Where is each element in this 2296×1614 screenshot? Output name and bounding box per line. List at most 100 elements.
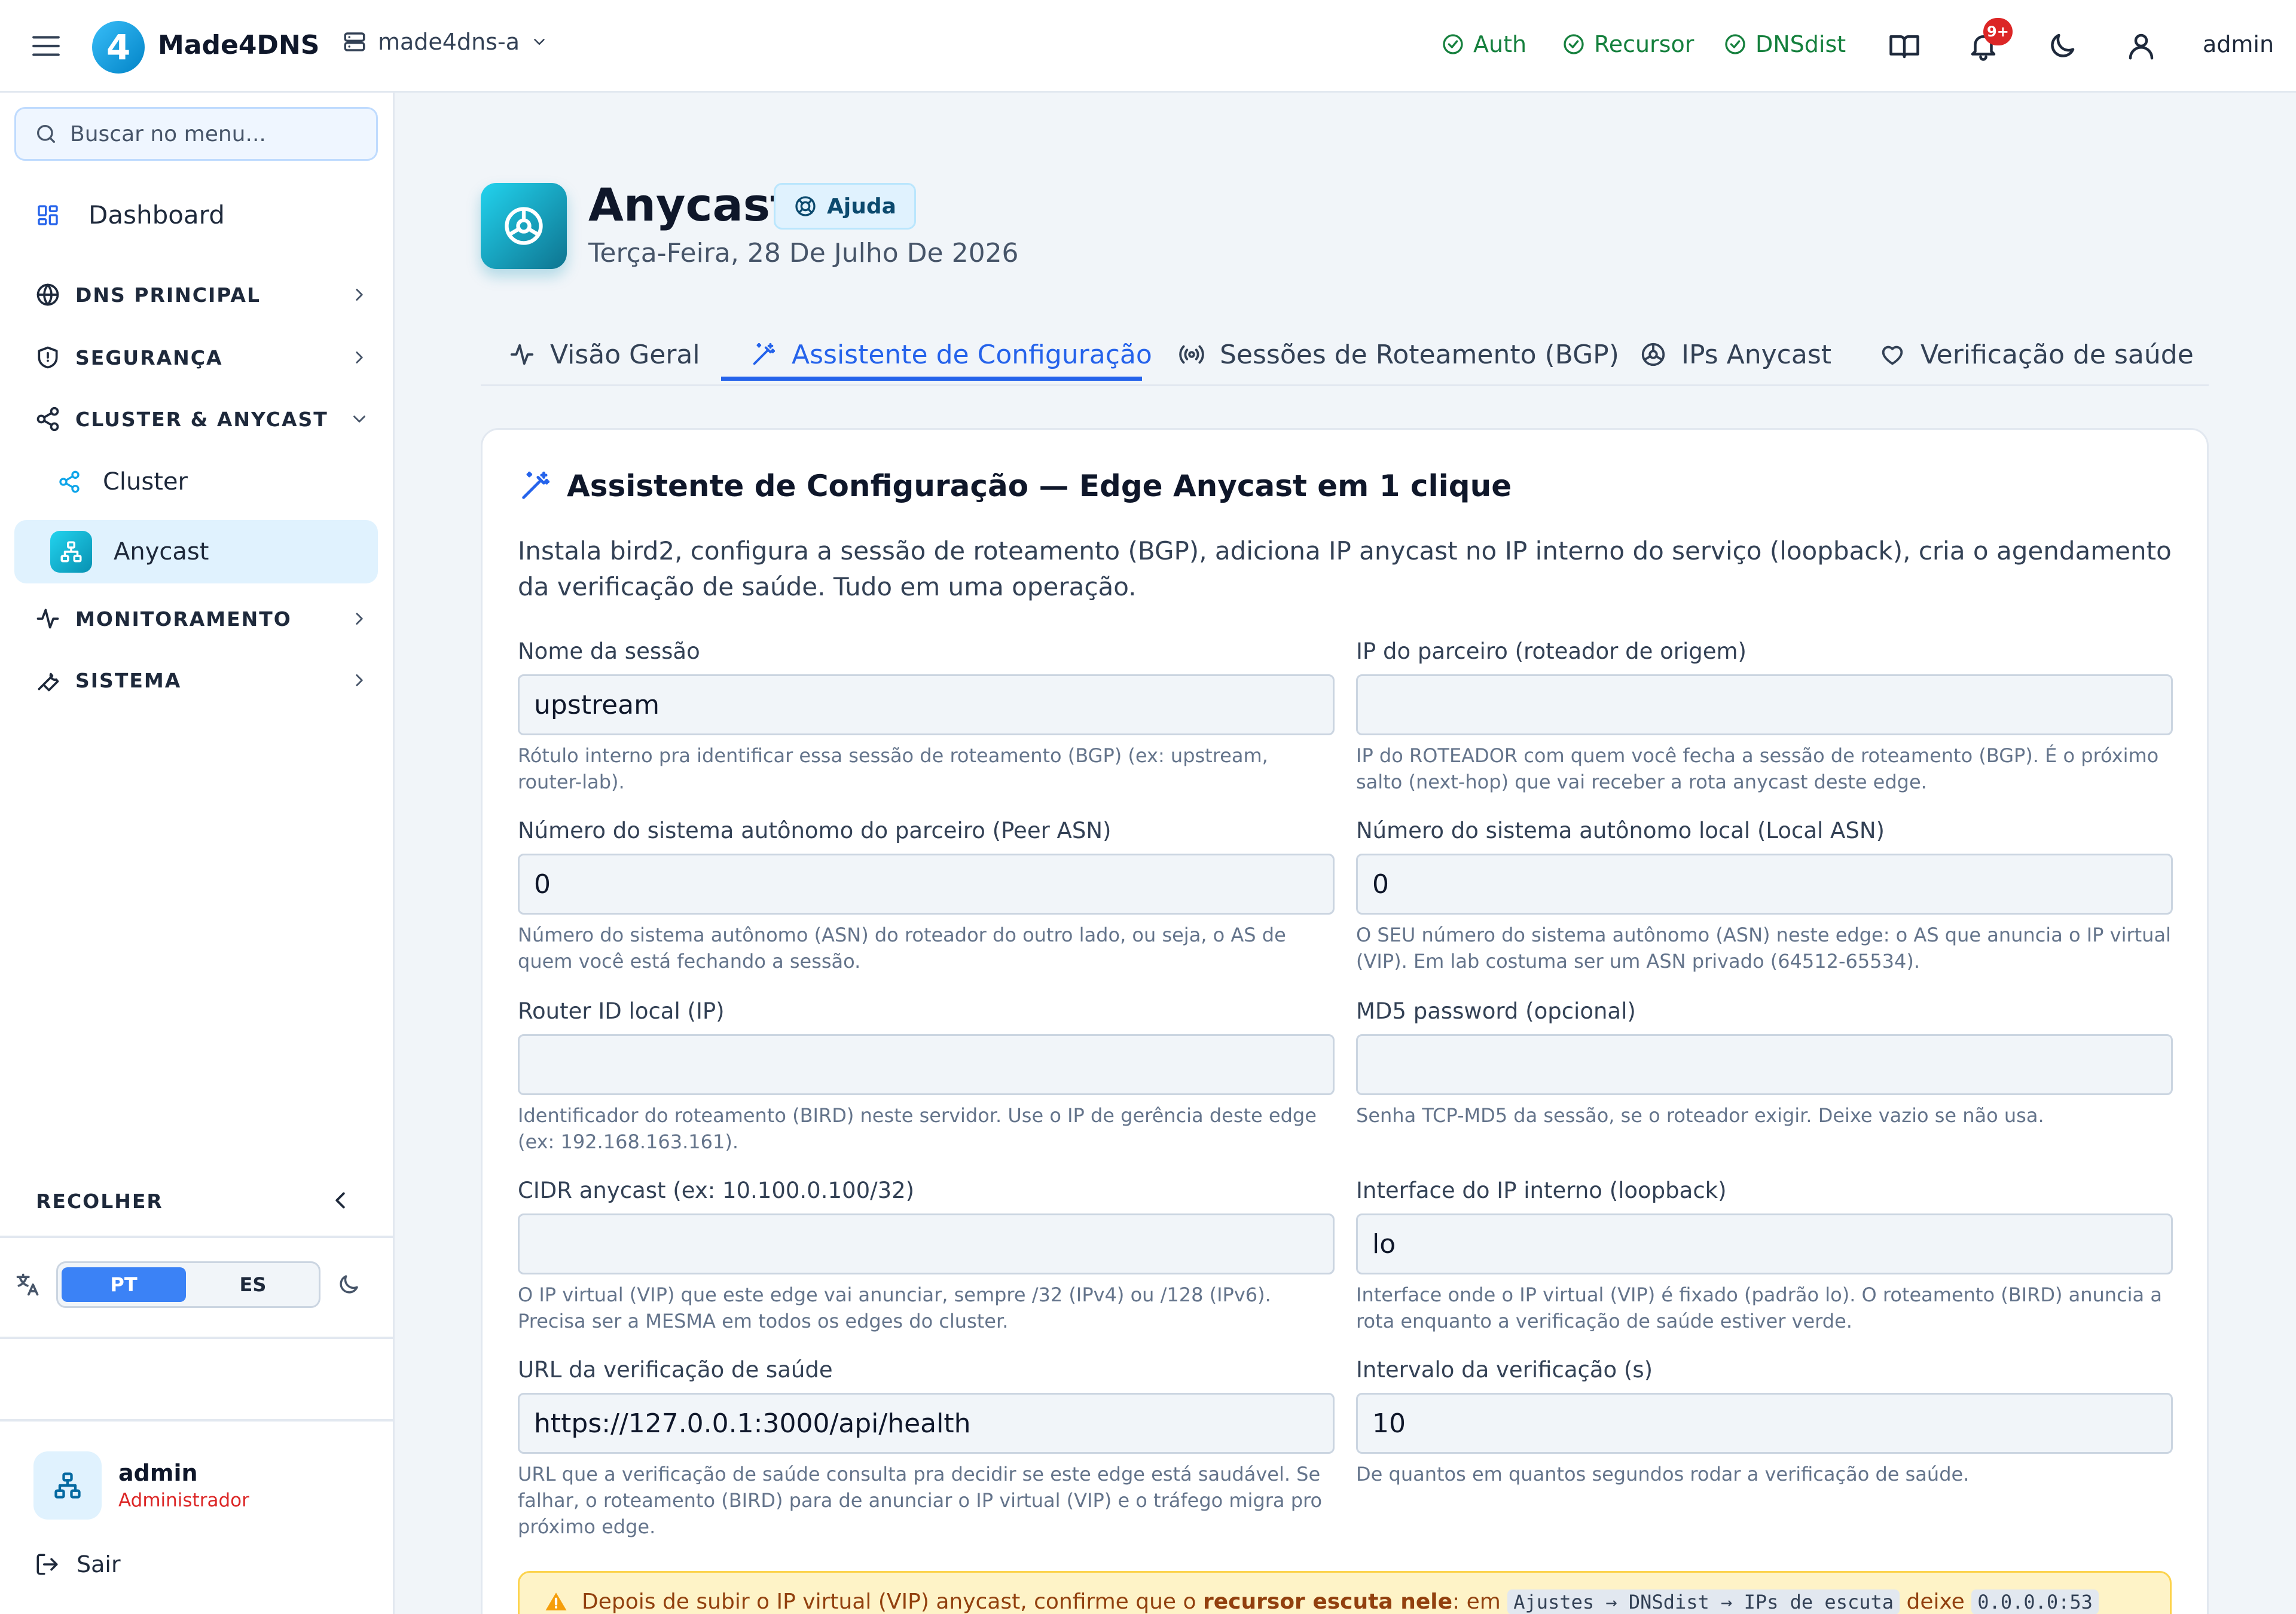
sidebar-item-cluster[interactable]: Cluster (57, 468, 188, 496)
sidebar-group-label: DNS PRINCIPAL (75, 283, 261, 307)
status-auth[interactable]: Auth (1441, 31, 1526, 57)
sidebar-group-label: MONITORAMENTO (75, 607, 292, 631)
local-asn-input[interactable] (1356, 854, 2173, 915)
activity-icon (35, 606, 61, 632)
alert-text: Depois de subir o IP virtual (VIP) anyca… (582, 1589, 2099, 1614)
collapse-label: RECOLHER (36, 1190, 163, 1213)
local-asn-label: Número do sistema autônomo local (Local … (1356, 818, 1885, 843)
moon-icon[interactable] (336, 1272, 361, 1297)
wand-icon (750, 341, 777, 368)
tab-label: Verificação de saúde (1921, 339, 2194, 370)
sidebar-group-dns-principal[interactable]: DNS PRINCIPAL (35, 282, 370, 308)
status-recursor[interactable]: Recursor (1562, 31, 1694, 57)
top-user-name[interactable]: admin (2203, 31, 2274, 57)
sidebar-group-label: SEGURANÇA (75, 346, 223, 369)
tab-ips-anycast[interactable]: IPs Anycast (1639, 323, 1831, 386)
cidr-help: O IP virtual (VIP) que este edge vai anu… (518, 1283, 1271, 1332)
anycast-page-icon (481, 183, 567, 269)
server-selector[interactable]: made4dns-a (342, 29, 548, 55)
cidr-input[interactable] (518, 1213, 1335, 1274)
status-recursor-label: Recursor (1594, 31, 1694, 57)
sidebar-group-seguranca[interactable]: SEGURANÇA (35, 344, 370, 371)
active-tab-indicator (721, 377, 1142, 381)
share-icon (57, 470, 81, 494)
lifebuoy-icon (793, 194, 817, 218)
user-icon[interactable] (2125, 30, 2157, 62)
health-url-help: URL que a verificação de saúde consulta … (518, 1463, 1323, 1538)
help-button[interactable]: Ajuda (774, 183, 916, 230)
sidebar-item-dashboard[interactable]: Dashboard (36, 200, 225, 230)
logout-icon (35, 1552, 60, 1577)
loopback-input[interactable] (1356, 1213, 2173, 1274)
shield-icon (35, 344, 61, 371)
logout-button[interactable]: Sair (35, 1551, 121, 1578)
peer-ip-help: IP do ROTEADOR com quem você fecha a ses… (1356, 744, 2159, 793)
lang-pt-button[interactable]: PT (62, 1267, 186, 1302)
session-name-input[interactable] (518, 674, 1335, 735)
local-asn-help: O SEU número do sistema autônomo (ASN) n… (1356, 924, 2171, 973)
avatar (33, 1451, 102, 1520)
sidebar-search[interactable] (14, 107, 378, 161)
sidebar-group-sistema[interactable]: SISTEMA (35, 667, 370, 693)
peer-asn-input[interactable] (518, 854, 1335, 915)
wizard-title: Assistente de Configuração — Edge Anycas… (518, 469, 1512, 503)
user-card[interactable]: admin Administrador (33, 1451, 249, 1520)
peer-ip-input[interactable] (1356, 674, 2173, 735)
language-toggle: PT ES (56, 1261, 320, 1308)
alert-code-addr: 0.0.0.0:53 (1971, 1589, 2099, 1614)
brand-name: Made4DNS (158, 30, 320, 60)
menu-icon[interactable] (31, 32, 61, 60)
health-url-label: URL da verificação de saúde (518, 1357, 833, 1383)
chevron-down-icon (530, 33, 548, 51)
chevron-right-icon (349, 347, 370, 368)
peer-ip-label: IP do parceiro (roteador de origem) (1356, 638, 1747, 664)
top-bar: 4 Made4DNS made4dns-a Auth Recursor DNSd… (0, 0, 2296, 93)
router-id-help: Identificador do roteamento (BIRD) neste… (518, 1104, 1317, 1153)
search-input[interactable] (70, 121, 357, 146)
sidebar-item-anycast-content[interactable]: Anycast (50, 531, 209, 573)
check-circle-icon (1723, 32, 1747, 56)
interval-label: Intervalo da verificação (s) (1356, 1357, 1653, 1383)
moon-icon[interactable] (2046, 30, 2078, 62)
book-icon[interactable] (1888, 30, 1921, 62)
globe-icon (1639, 341, 1667, 368)
divider (0, 1236, 395, 1238)
tab-visao-geral[interactable]: Visão Geral (508, 323, 700, 386)
tab-sessoes-bgp[interactable]: Sessões de Roteamento (BGP) (1178, 323, 1619, 386)
chevron-right-icon (349, 670, 370, 690)
search-icon (34, 122, 58, 146)
wand-icon (518, 469, 552, 503)
tab-label: IPs Anycast (1681, 339, 1832, 370)
status-dnsdist[interactable]: DNSdist (1723, 31, 1846, 57)
health-url-input[interactable] (518, 1393, 1335, 1454)
logout-label: Sair (77, 1551, 121, 1578)
peer-asn-label: Número do sistema autônomo do parceiro (… (518, 818, 1112, 843)
heart-icon (1879, 341, 1906, 368)
interval-input[interactable] (1356, 1393, 2173, 1454)
sidebar-group-cluster-anycast[interactable]: CLUSTER & ANYCAST (35, 406, 370, 432)
router-id-input[interactable] (518, 1034, 1335, 1095)
translate-icon (14, 1271, 41, 1298)
user-name: admin (118, 1460, 198, 1486)
status-dnsdist-label: DNSdist (1755, 31, 1846, 57)
sidebar-item-label: Anycast (114, 538, 209, 565)
dashboard-icon (36, 203, 60, 227)
chevron-left-icon[interactable] (326, 1187, 354, 1214)
session-name-help: Rótulo interno pra identificar essa sess… (518, 744, 1268, 793)
recursor-warning-alert: Depois de subir o IP virtual (VIP) anyca… (518, 1571, 2172, 1614)
alert-bold: recursor escuta nele (1203, 1589, 1452, 1614)
sidebar-group-monitoramento[interactable]: MONITORAMENTO (35, 606, 370, 632)
language-row: PT ES (14, 1261, 361, 1308)
loopback-help: Interface onde o IP virtual (VIP) é fixa… (1356, 1283, 2162, 1332)
md5-input[interactable] (1356, 1034, 2173, 1095)
chevron-down-icon (349, 409, 370, 429)
network-icon (50, 531, 92, 573)
divider (0, 1419, 395, 1422)
tab-label: Assistente de Configuração (792, 339, 1152, 370)
cidr-label: CIDR anycast (ex: 10.100.0.100/32) (518, 1178, 915, 1203)
page-date: Terça-Feira, 28 De Julho De 2026 (588, 238, 1019, 268)
chevron-right-icon (349, 609, 370, 629)
lang-es-button[interactable]: ES (191, 1267, 315, 1302)
tab-verificacao-saude[interactable]: Verificação de saúde (1879, 323, 2194, 386)
wizard-title-text: Assistente de Configuração — Edge Anycas… (567, 469, 1512, 503)
